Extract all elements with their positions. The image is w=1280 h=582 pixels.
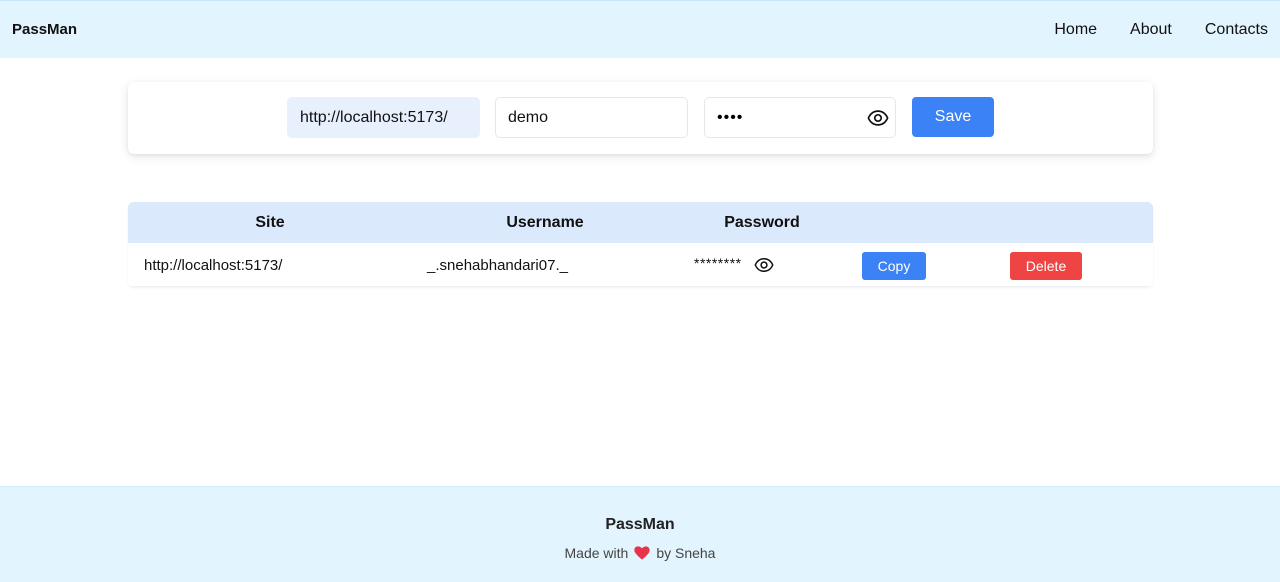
by-author-text: by Sneha <box>656 545 716 561</box>
eye-icon[interactable] <box>754 255 774 275</box>
row-site: http://localhost:5173/ <box>144 257 283 274</box>
footer-brand: PassMan <box>605 516 675 533</box>
password-form-card: Save <box>128 82 1153 154</box>
password-input[interactable] <box>705 98 855 137</box>
navbar: PassMan Home About Contacts <box>0 0 1280 58</box>
save-button[interactable]: Save <box>912 97 994 137</box>
passwords-table: Site Username Password http://localhost:… <box>128 202 1153 287</box>
heart-icon <box>634 546 650 560</box>
row-password-masked: ******** <box>694 255 742 271</box>
nav-link-contacts[interactable]: Contacts <box>1205 21 1268 39</box>
brand-logo[interactable]: PassMan <box>12 21 77 38</box>
table-header: Site Username Password <box>128 202 1153 243</box>
eye-icon[interactable] <box>867 107 889 129</box>
nav-link-about[interactable]: About <box>1130 21 1172 39</box>
password-field-wrap <box>704 97 896 138</box>
username-input[interactable] <box>495 97 688 138</box>
footer-note: Made with by Sneha <box>0 545 1280 561</box>
nav-links: Home About Contacts <box>1021 21 1268 39</box>
row-username: _.snehabhandari07._ <box>427 257 568 274</box>
table-row: http://localhost:5173/ _.snehabhandari07… <box>128 243 1153 287</box>
copy-button[interactable]: Copy <box>862 252 926 280</box>
column-header-password: Password <box>724 214 800 231</box>
delete-button[interactable]: Delete <box>1010 252 1082 280</box>
nav-link-home[interactable]: Home <box>1054 21 1097 39</box>
site-input[interactable] <box>287 97 480 138</box>
column-header-username: Username <box>506 214 584 231</box>
footer: PassMan Made with by Sneha <box>0 486 1280 582</box>
column-header-site: Site <box>255 214 285 231</box>
made-with-text: Made with <box>564 545 629 561</box>
